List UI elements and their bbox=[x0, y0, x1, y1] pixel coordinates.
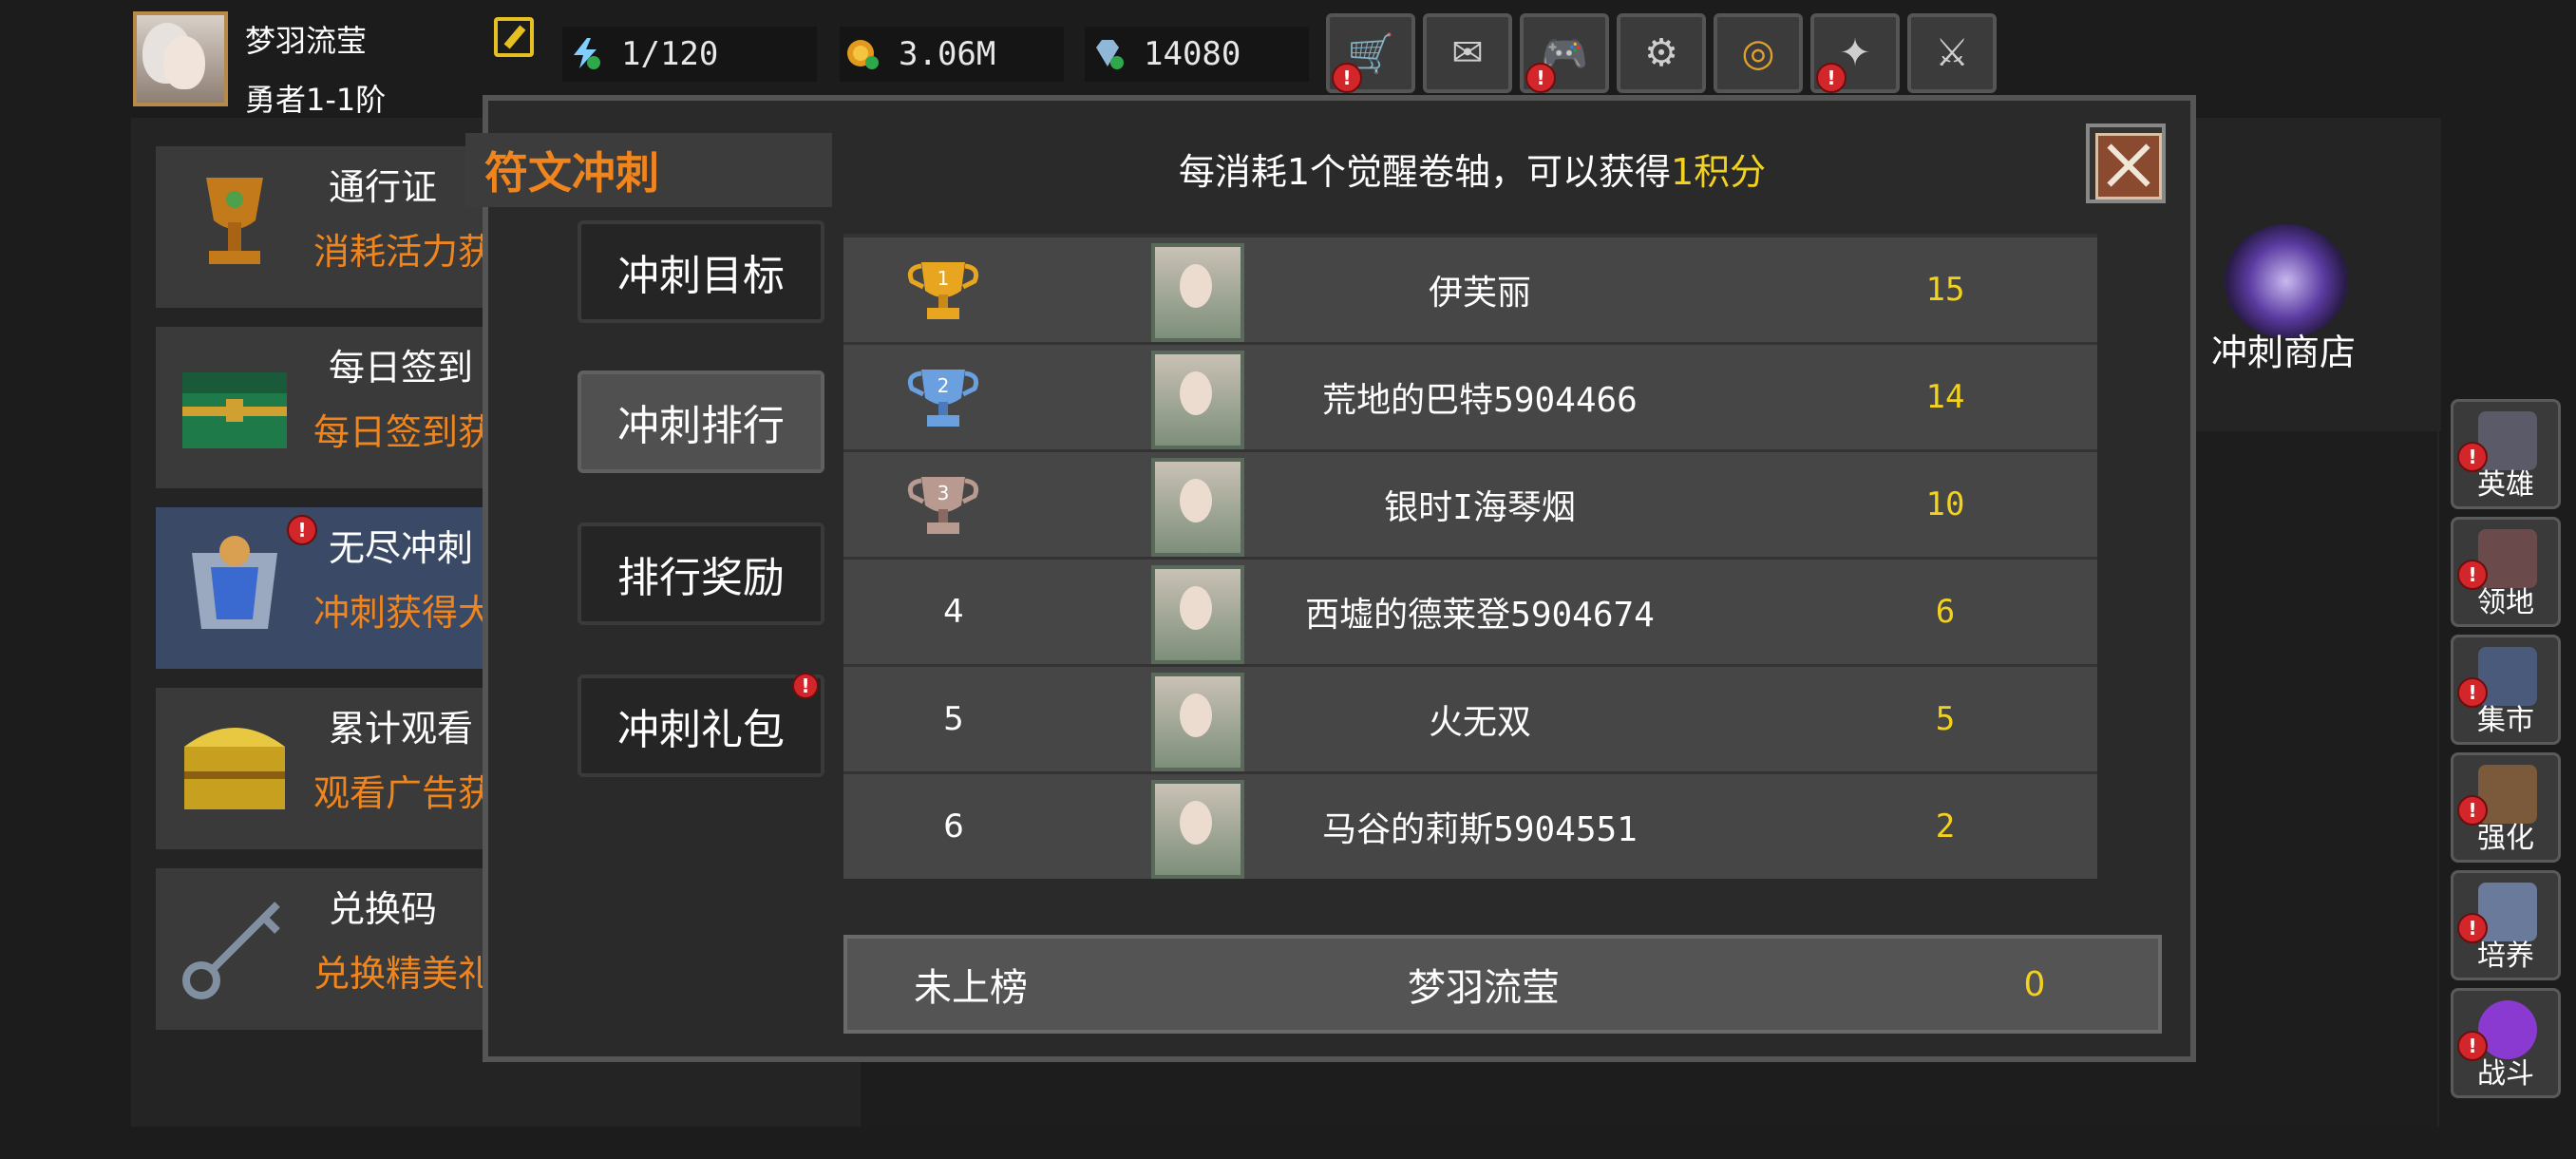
dialog-hint: 每消耗1个觉醒卷轴，可以获得1积分 bbox=[1178, 151, 1767, 193]
ranking-position: 5 bbox=[943, 700, 964, 738]
my-score: 0 bbox=[2023, 964, 2046, 1004]
ranking-row: 2 荒地的巴特5904466 14 bbox=[843, 345, 2097, 449]
goblet-icon bbox=[206, 178, 263, 264]
alert-badge: ! bbox=[1525, 63, 1556, 93]
trophy-rank-label: 3 bbox=[938, 482, 950, 504]
side-button-battle[interactable]: 战斗! bbox=[2451, 988, 2561, 1098]
ranking-score: 5 bbox=[1935, 700, 1956, 738]
trophy-rank-label: 2 bbox=[938, 374, 950, 397]
ranking-row: 3 银时I海琴烟 10 bbox=[843, 452, 2097, 557]
gamepad-button[interactable]: 🎮! bbox=[1520, 13, 1609, 93]
ranking-name: 西墟的德莱登5904674 bbox=[1305, 596, 1655, 635]
ranking-score: 14 bbox=[1925, 378, 1965, 416]
player-name: 梦羽流莹 bbox=[245, 23, 368, 59]
player-portrait bbox=[1151, 565, 1244, 664]
ranking-row: 6 马谷的莉斯5904551 2 bbox=[843, 774, 2097, 879]
player-rank: 勇者1-1阶 bbox=[245, 82, 387, 118]
shop-label[interactable]: 冲刺商店 bbox=[2211, 323, 2356, 375]
ranking-name: 荒地的巴特5904466 bbox=[1322, 381, 1638, 420]
ranking-name: 火无双 bbox=[1428, 703, 1531, 742]
lightning-icon bbox=[574, 38, 600, 69]
alert-badge: ! bbox=[287, 515, 317, 545]
player-portrait bbox=[1151, 458, 1244, 557]
gem-display: 14080 bbox=[1085, 27, 1309, 82]
side-button-territory[interactable]: 领地! bbox=[2451, 517, 2561, 627]
close-icon bbox=[2095, 133, 2162, 200]
sparkle-button[interactable]: ✦! bbox=[1810, 13, 1900, 93]
my-rank-status: 未上榜 bbox=[914, 966, 1028, 1010]
tab-sprint-target[interactable]: 冲刺目标 bbox=[578, 220, 824, 323]
battle-button[interactable]: ⚔ bbox=[1907, 13, 1997, 93]
ranking-position: 4 bbox=[943, 593, 964, 631]
mail-icon: ✉ bbox=[1451, 31, 1484, 75]
alert-badge: ! bbox=[2457, 677, 2488, 708]
card-redeem-code[interactable]: 兑换码 兑换精美礼 bbox=[156, 868, 507, 1030]
player-avatar[interactable] bbox=[133, 11, 228, 106]
player-portrait bbox=[1151, 780, 1244, 879]
ranking-score: 15 bbox=[1925, 271, 1965, 309]
chest-icon bbox=[182, 372, 287, 448]
alert-badge: ! bbox=[2457, 1031, 2488, 1061]
card-ad-watch[interactable]: 累计观看 观看广告获 bbox=[156, 688, 507, 849]
gear-icon: ⚙ bbox=[1644, 31, 1678, 75]
dialog-title: 符文冲刺 bbox=[465, 133, 832, 207]
settings-button[interactable]: ⚙ bbox=[1617, 13, 1706, 93]
ranking-name: 伊芙丽 bbox=[1428, 274, 1531, 313]
coin-icon bbox=[847, 40, 879, 69]
alert-badge: ! bbox=[1816, 63, 1847, 93]
tab-ranking-rewards[interactable]: 排行奖励 bbox=[578, 522, 824, 625]
silver-trophy-icon: 2 bbox=[907, 370, 979, 427]
alert-badge: ! bbox=[2457, 913, 2488, 943]
trophy-rank-label: 1 bbox=[938, 267, 950, 290]
my-ranking-row: 未上榜 梦羽流莹 0 bbox=[843, 935, 2162, 1034]
key-icon bbox=[182, 902, 280, 999]
bronze-trophy-icon: 3 bbox=[907, 477, 979, 534]
ranking-score: 10 bbox=[1925, 485, 1965, 523]
gold-display: 3.06M bbox=[840, 27, 1064, 82]
color-wheel-icon: ◎ bbox=[1741, 31, 1775, 75]
card-pass[interactable]: 通行证 消耗活力获 bbox=[156, 146, 507, 308]
ranking-name: 马谷的莉斯5904551 bbox=[1322, 810, 1638, 849]
diamond-icon bbox=[1096, 40, 1124, 69]
alert-badge: ! bbox=[792, 673, 819, 699]
gold-trophy-icon: 1 bbox=[907, 262, 979, 319]
crossed-swords-icon: ⚔ bbox=[1935, 31, 1969, 75]
alert-badge: ! bbox=[2457, 560, 2488, 590]
edit-name-icon[interactable] bbox=[494, 17, 534, 57]
portal-shop-icon[interactable] bbox=[2225, 224, 2348, 338]
shop-cart-button[interactable]: 🛒! bbox=[1326, 13, 1415, 93]
my-name: 梦羽流莹 bbox=[1408, 966, 1560, 1010]
ranking-score: 6 bbox=[1935, 593, 1956, 631]
ranking-position: 6 bbox=[943, 808, 964, 846]
alert-badge: ! bbox=[1332, 63, 1362, 93]
alert-badge: ! bbox=[2457, 795, 2488, 826]
ranking-row: 5 火无双 5 bbox=[843, 667, 2097, 771]
close-button[interactable] bbox=[2086, 124, 2166, 203]
alert-badge: ! bbox=[2457, 442, 2488, 472]
card-daily-signin[interactable]: 每日签到 每日签到获 bbox=[156, 327, 507, 488]
player-portrait bbox=[1151, 243, 1244, 342]
gold-chest-icon bbox=[184, 728, 285, 809]
side-button-market[interactable]: 集市! bbox=[2451, 635, 2561, 745]
mail-button[interactable]: ✉ bbox=[1423, 13, 1512, 93]
ranking-score: 2 bbox=[1935, 808, 1956, 846]
trophy-shield-icon bbox=[192, 536, 277, 629]
side-button-train[interactable]: 培养! bbox=[2451, 870, 2561, 980]
ranking-row: 4 西墟的德莱登5904674 6 bbox=[843, 560, 2097, 664]
color-wheel-button[interactable]: ◎ bbox=[1714, 13, 1803, 93]
ranking-name: 银时I海琴烟 bbox=[1384, 488, 1576, 527]
tab-sprint-ranking[interactable]: 冲刺排行 bbox=[578, 370, 824, 473]
tab-sprint-pack[interactable]: 冲刺礼包 bbox=[578, 674, 824, 777]
energy-display: 1/120 bbox=[562, 27, 817, 82]
side-button-hero[interactable]: 英雄! bbox=[2451, 399, 2561, 509]
ranking-row: 1 伊芙丽 15 bbox=[843, 238, 2097, 342]
side-button-enhance[interactable]: 强化! bbox=[2451, 752, 2561, 863]
card-endless-sprint[interactable]: 无尽冲刺 冲刺获得大 ! bbox=[156, 507, 507, 669]
player-portrait bbox=[1151, 673, 1244, 771]
player-portrait bbox=[1151, 351, 1244, 449]
